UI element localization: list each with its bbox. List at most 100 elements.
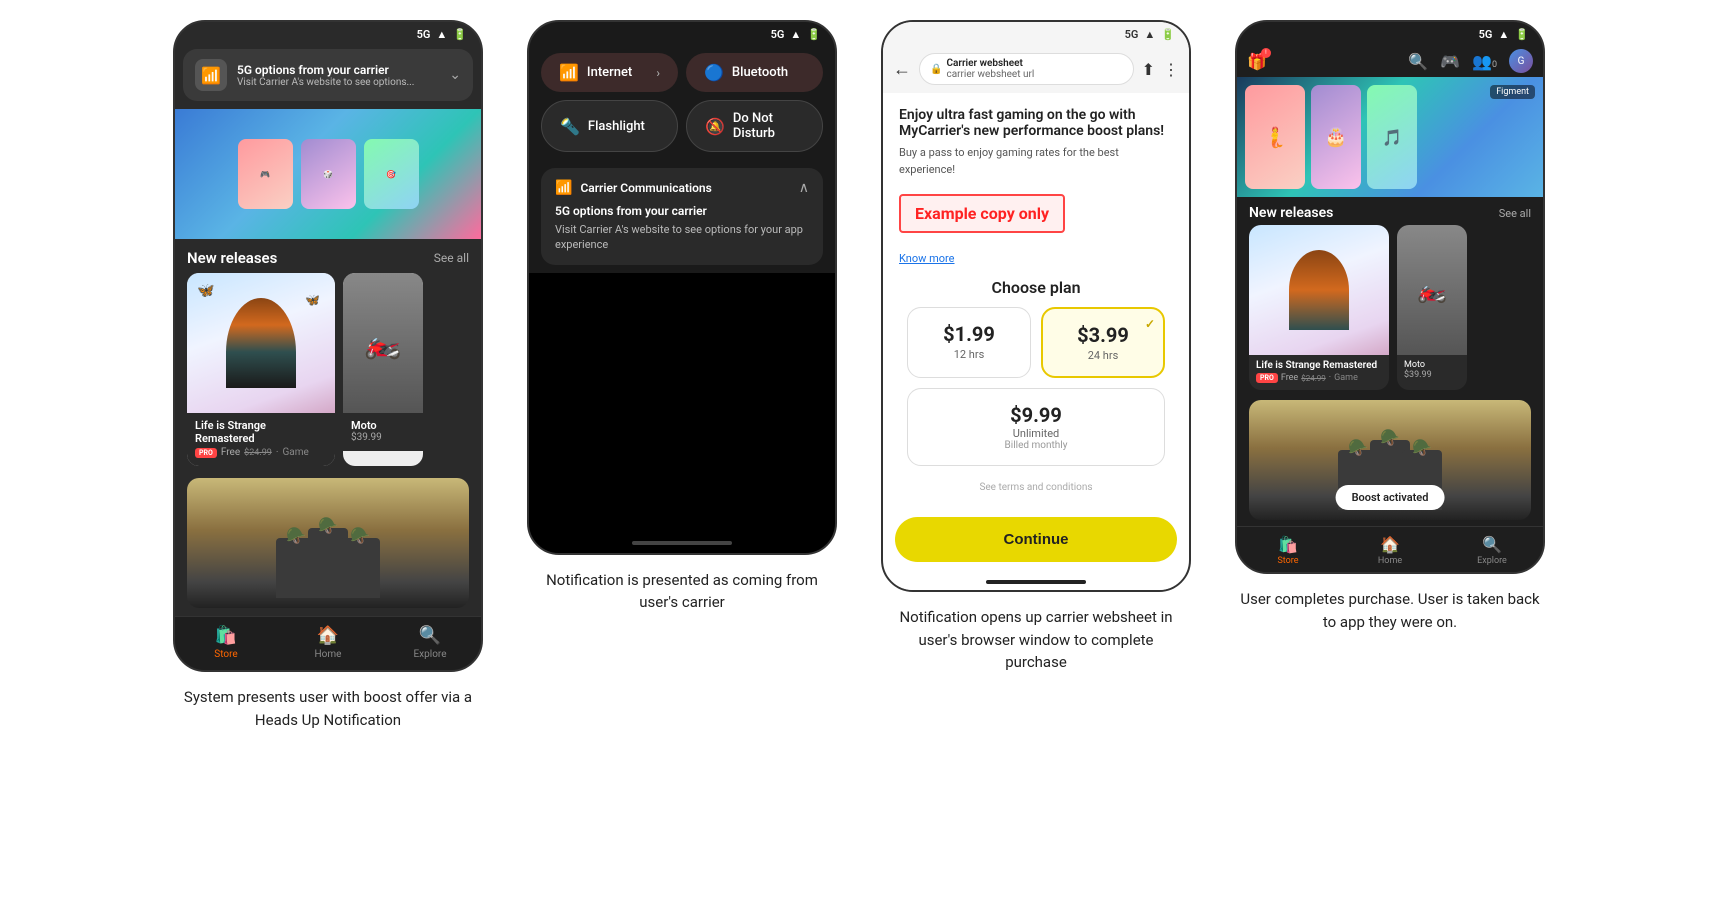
ws-body-text: Enjoy ultra fast gaming on the go with M… — [899, 107, 1173, 139]
browser-title: Carrier websheet — [946, 58, 1022, 69]
notif-subtitle: Visit Carrier A's website to see options… — [237, 77, 439, 88]
quick-tiles: 📶 Internet › 🔵 Bluetooth 🔦 Flashlight — [529, 45, 835, 160]
price-free-1: Free — [221, 447, 240, 458]
battery-icon-1: 🔋 — [453, 28, 467, 41]
price-free-4: Free — [1281, 373, 1298, 383]
signal-icon-4: ▲ — [1498, 28, 1509, 41]
screenshot-col-4: 5G ▲ 🔋 🎁 ! 🔍 🎮 👥0 G 🧜 🎂 — [1225, 20, 1555, 633]
banner-thumb-3: 🎯 — [364, 139, 419, 209]
nav-explore-4[interactable]: 🔍 Explore — [1441, 535, 1543, 566]
know-more-link[interactable]: Know more — [899, 252, 955, 265]
plan-duration-199: 12 hrs — [918, 348, 1020, 361]
store-icon-4: 🛍️ — [1278, 535, 1298, 554]
nav-label-home-1: Home — [315, 649, 342, 660]
carrier-notif-title: 5G options from your carrier — [555, 204, 809, 218]
game-card-life-1[interactable]: Life is Strange Remastered PRO Free $24.… — [187, 273, 335, 466]
see-all-4[interactable]: See all — [1499, 207, 1531, 220]
check-icon: ✓ — [1145, 317, 1155, 331]
nav-home-4[interactable]: 🏠 Home — [1339, 535, 1441, 566]
status-5g-3: 5G — [1125, 28, 1139, 41]
big-game-art-1 — [187, 478, 469, 608]
pro-badge-1: PRO — [195, 448, 217, 458]
share-icon[interactable]: ⬆ — [1142, 60, 1155, 79]
carrier-chevron-icon: ∧ — [799, 180, 809, 196]
new-releases-4: New releases See all — [1237, 197, 1543, 225]
search-icon-4[interactable]: 🔍 — [1408, 52, 1428, 71]
game-info-moto-4: Moto $39.99 — [1397, 355, 1467, 387]
gamepad-icon-4[interactable]: 🎮 — [1440, 52, 1460, 71]
url-value: carrier websheet url — [946, 69, 1034, 80]
battery-icon-4: 🔋 — [1515, 28, 1529, 41]
screenshot-col-2: 5G ▲ 🔋 📶 Internet › 🔵 Bluetooth — [517, 20, 847, 614]
headsup-notification[interactable]: 📶 5G options from your carrier Visit Car… — [183, 49, 473, 101]
wifi-icon: 📶 — [559, 63, 579, 82]
more-icon[interactable]: ⋮ — [1163, 60, 1179, 79]
plan-price-199: $1.99 — [918, 322, 1020, 346]
big-game-card-1[interactable] — [187, 478, 469, 608]
dot-4: · — [1329, 373, 1331, 383]
carrier-notif-icon: 📶 — [195, 59, 227, 91]
gift-icon-container[interactable]: 🎁 ! — [1247, 52, 1267, 71]
carrier-icon: 📶 — [555, 180, 572, 196]
home-bar-3 — [986, 580, 1086, 584]
price-strike-4: $24.99 — [1301, 374, 1326, 383]
plan-card-199[interactable]: $1.99 12 hrs — [907, 307, 1031, 378]
section-header-1: New releases See all — [175, 239, 481, 273]
game-category-1: Game — [282, 447, 308, 458]
terms-link[interactable]: See terms and conditions — [899, 482, 1173, 493]
browser-bar: ← 🔒 Carrier websheet carrier websheet ur… — [883, 45, 1189, 93]
nav-label-home-4: Home — [1378, 556, 1402, 566]
tile-dnd-label: Do Not Disturb — [733, 111, 804, 141]
carrier-header: 📶 Carrier Communications ∧ — [555, 180, 809, 196]
game-title-life-1: Life is Strange Remastered — [195, 419, 327, 445]
carrier-notif-body: Visit Carrier A's website to see options… — [555, 222, 809, 253]
back-button[interactable]: ← — [893, 59, 911, 80]
top-bar-4: 🎁 ! 🔍 🎮 👥0 G — [1237, 45, 1543, 77]
game-title-moto-1: Moto — [351, 419, 415, 432]
nav-store-1[interactable]: 🛍️ Store — [175, 625, 277, 660]
signal-icon-3: ▲ — [1144, 28, 1155, 41]
home-icon-1: 🏠 — [317, 625, 339, 646]
gift-badge: ! — [1261, 48, 1271, 58]
caption-4: User completes purchase. User is taken b… — [1240, 588, 1540, 633]
game-type-4: Game — [1334, 373, 1358, 383]
nav-explore-1[interactable]: 🔍 Explore — [379, 625, 481, 660]
game-info-moto-1: Moto $39.99 — [343, 413, 423, 451]
game-price-moto-4: $39.99 — [1404, 370, 1460, 380]
tile-flashlight[interactable]: 🔦 Flashlight — [541, 100, 678, 152]
status-5g-1: 5G — [417, 28, 431, 41]
tile-internet-label: Internet — [587, 65, 632, 80]
plan-card-999[interactable]: $9.99 Unlimited Billed monthly — [907, 388, 1165, 466]
game-meta-life-4: PRO Free $24.99 · Game — [1256, 373, 1382, 383]
top-bar-icons-4: 🔍 🎮 👥0 G — [1408, 49, 1533, 73]
continue-button[interactable]: Continue — [895, 517, 1177, 562]
home-indicator-3 — [883, 574, 1189, 590]
plan-card-399[interactable]: ✓ $3.99 24 hrs — [1041, 307, 1165, 378]
tile-internet[interactable]: 📶 Internet › — [541, 53, 678, 92]
plan-duration-399: 24 hrs — [1053, 349, 1153, 362]
avatar-4[interactable]: G — [1509, 49, 1533, 73]
game-art-life-1 — [187, 273, 335, 413]
status-bar-2: 5G ▲ 🔋 — [529, 22, 835, 45]
nav-label-store-1: Store — [214, 649, 237, 660]
carrier-notification[interactable]: 📶 Carrier Communications ∧ 5G options fr… — [541, 168, 823, 265]
game-card-life-4[interactable]: Life is Strange Remastered PRO Free $24.… — [1249, 225, 1389, 390]
game-card-moto-4[interactable]: 🏍️ Moto $39.99 — [1397, 225, 1467, 390]
see-all-link-1[interactable]: See all — [434, 251, 469, 265]
caption-2: Notification is presented as coming from… — [532, 569, 832, 614]
soldier-3 — [340, 538, 380, 598]
people-icon-4[interactable]: 👥0 — [1472, 52, 1497, 71]
boost-pill: Boost activated — [1336, 485, 1445, 510]
tile-dnd[interactable]: 🔕 Do Not Disturb — [686, 100, 823, 152]
nav-store-4[interactable]: 🛍️ Store — [1237, 535, 1339, 566]
screenshot-col-1: 5G ▲ 🔋 📶 5G options from your carrier Vi… — [163, 20, 493, 731]
explore-icon-1: 🔍 — [419, 625, 441, 646]
banner-thumb-1: 🎮 — [238, 139, 293, 209]
big-card-4[interactable]: Boost activated — [1249, 400, 1531, 520]
nav-home-1[interactable]: 🏠 Home — [277, 625, 379, 660]
bottom-nav-4: 🛍️ Store 🏠 Home 🔍 Explore — [1237, 526, 1543, 572]
url-bar[interactable]: 🔒 Carrier websheet carrier websheet url — [919, 53, 1134, 85]
plan-price-999: $9.99 — [918, 403, 1154, 427]
game-card-moto-1[interactable]: 🏍️ Moto $39.99 — [343, 273, 423, 466]
tile-bluetooth[interactable]: 🔵 Bluetooth — [686, 53, 823, 92]
